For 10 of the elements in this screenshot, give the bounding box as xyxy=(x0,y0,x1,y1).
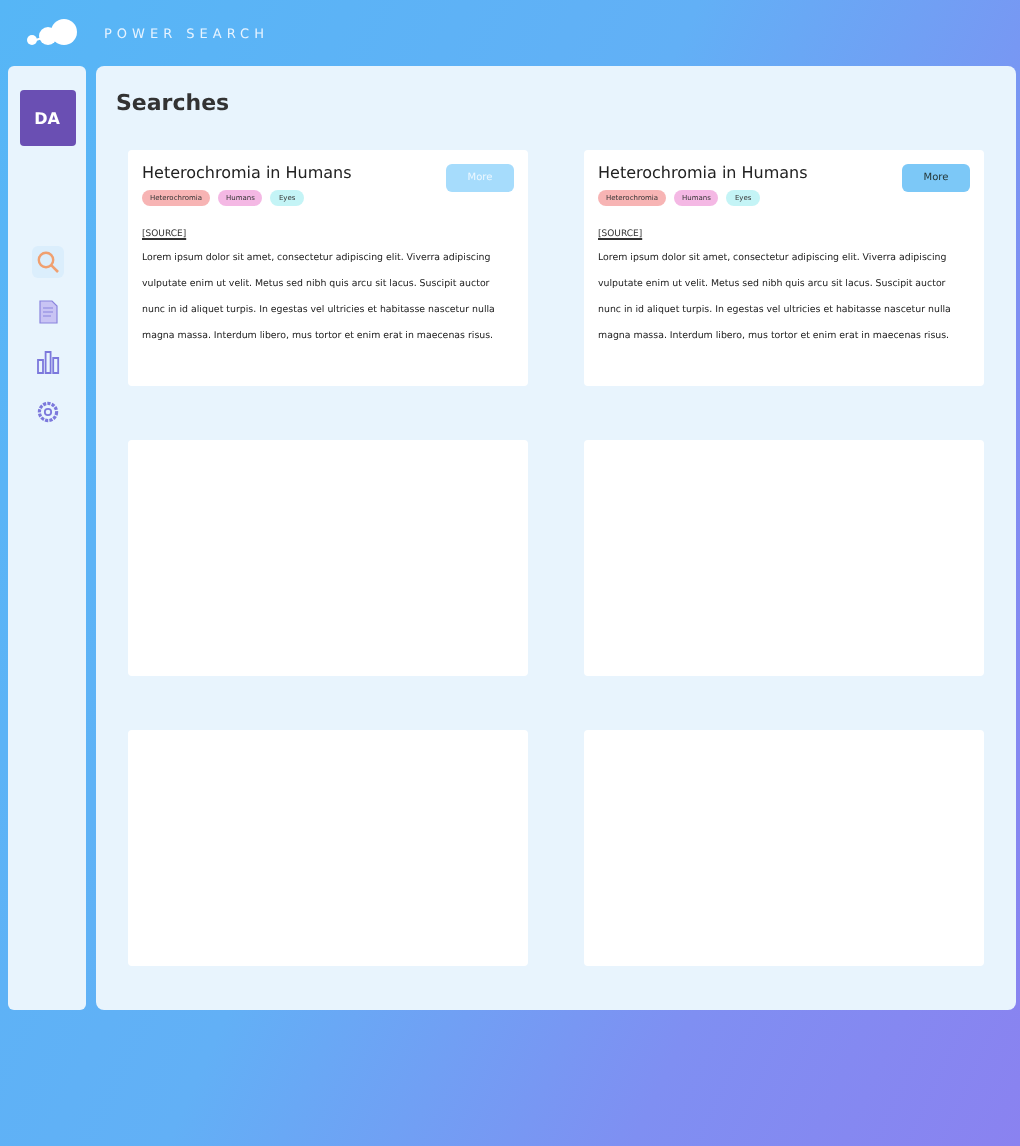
search-icon xyxy=(35,250,59,274)
bar-chart-icon xyxy=(35,350,59,374)
nav-item[interactable] xyxy=(31,246,63,278)
card-title: Heterochromia in Humans xyxy=(598,164,808,182)
document-icon xyxy=(35,300,59,324)
avatar[interactable]: DA xyxy=(19,90,75,146)
page-title: Searches xyxy=(116,88,232,120)
settings-icon xyxy=(35,400,59,424)
card-title: Heterochromia in Humans xyxy=(142,164,352,182)
nav-item[interactable] xyxy=(31,346,63,378)
